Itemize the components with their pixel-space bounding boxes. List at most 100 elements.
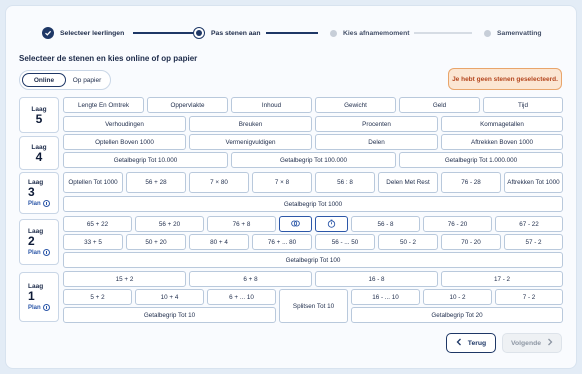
back-label: Terug (467, 339, 487, 347)
chevron-left-icon (456, 338, 462, 348)
step-label: Kies afnamemoment (343, 29, 410, 37)
tile-aftrekken-boven-1000[interactable]: Aftrekken Boven 1000 (441, 134, 563, 150)
laag-5-label: Laag 5 (19, 97, 59, 133)
tile-56-div-8[interactable]: 56 : 8 (315, 172, 375, 193)
tile-getalbegrip-tot-10[interactable]: Getalbegrip Tot 10 (63, 307, 276, 323)
tile-procenten[interactable]: Procenten (315, 116, 438, 132)
tile-optellen-boven-1000[interactable]: Optellen Boven 1000 (63, 134, 186, 150)
tile-vermenigvuldigen[interactable]: Vermenigvuldigen (189, 134, 312, 150)
tile-splitsen-tot-10[interactable]: Splitsen Tot 10 (279, 289, 348, 323)
paper-toggle-button[interactable]: Op papier (66, 73, 108, 87)
active-step-icon (193, 27, 205, 39)
tile-10-minus-2[interactable]: 10 - 2 (423, 289, 492, 305)
tile-56-minus-8[interactable]: 56 - 8 (351, 216, 420, 232)
laag-number: 3 (28, 185, 35, 199)
page-heading: Selecteer de stenen en kies online of op… (19, 54, 198, 63)
tile-10-plus-4[interactable]: 10 + 4 (135, 289, 204, 305)
back-button[interactable]: Terug (446, 333, 496, 353)
step-connector (266, 32, 318, 34)
tile-16-minus-8[interactable]: 16 - 8 (315, 271, 438, 287)
tile-67-minus-22[interactable]: 67 - 22 (495, 216, 563, 232)
split-icon (291, 219, 300, 230)
tile-7-minus-2[interactable]: 7 - 2 (495, 289, 563, 305)
tile-getalbegrip-tot-1000000[interactable]: Getalbegrip Tot 1.000.000 (399, 152, 563, 168)
laag-number: 2 (28, 234, 35, 248)
tile-15-plus-2[interactable]: 15 + 2 (63, 271, 186, 287)
pending-step-icon (330, 29, 337, 37)
mode-toggle: Online Op papier (19, 70, 111, 90)
tile-geld[interactable]: Geld (399, 97, 480, 113)
tile-50-minus-2[interactable]: 50 - 2 (378, 234, 438, 250)
step-label: Samenvatting (497, 29, 542, 37)
tile-76-minus-20[interactable]: 76 - 20 (423, 216, 492, 232)
tile-57-minus-2[interactable]: 57 - 2 (504, 234, 563, 250)
timer-icon (42, 304, 50, 311)
laag-1-label: Laag 1 Plan (19, 272, 59, 322)
tile-delen[interactable]: Delen (315, 134, 438, 150)
tile-70-minus-20[interactable]: 70 - 20 (441, 234, 501, 250)
tile-getalbegrip-tot-20[interactable]: Getalbegrip Tot 20 (351, 307, 563, 323)
step-select-students[interactable]: Selecteer leerlingen (42, 26, 124, 40)
step-connector (414, 32, 472, 34)
tile-getalbegrip-tot-1000[interactable]: Getalbegrip Tot 1000 (63, 196, 563, 212)
tile-breuken[interactable]: Breuken (189, 116, 312, 132)
tile-17-minus-2[interactable]: 17 - 2 (441, 271, 563, 287)
tile-6-plus-8[interactable]: 6 + 8 (189, 271, 312, 287)
next-button[interactable]: Volgende (502, 333, 562, 353)
tile-optellen-tot-1000[interactable]: Optellen Tot 1000 (63, 172, 123, 193)
split-tile[interactable] (279, 216, 312, 232)
plan-link[interactable]: Plan (28, 304, 50, 311)
tile-56-plus-28[interactable]: 56 + 28 (126, 172, 186, 193)
tile-inhoud[interactable]: Inhoud (231, 97, 312, 113)
tile-76-minus-28[interactable]: 76 - 28 (441, 172, 501, 193)
tile-kommagetallen[interactable]: Kommagetallen (441, 116, 563, 132)
tile-5-plus-2[interactable]: 5 + 2 (63, 289, 132, 305)
laag-number: 5 (35, 111, 43, 126)
tile-getalbegrip-tot-10000[interactable]: Getalbegrip Tot 10.000 (63, 152, 228, 168)
laag-number: 4 (35, 149, 43, 164)
check-icon (42, 27, 54, 39)
step-label: Selecteer leerlingen (60, 29, 125, 37)
step-label: Pas stenen aan (211, 29, 261, 37)
step-summary[interactable]: Samenvatting (482, 26, 542, 40)
tile-50-plus-20[interactable]: 50 + 20 (126, 234, 186, 250)
tile-gewicht[interactable]: Gewicht (315, 97, 396, 113)
tile-80-plus-4[interactable]: 80 + 4 (189, 234, 249, 250)
laag-4-label: Laag 4 (19, 136, 59, 170)
laag-number: 1 (28, 289, 35, 303)
pending-step-icon (484, 29, 491, 37)
timer-tile[interactable] (315, 216, 348, 232)
step-adjust-tiles[interactable]: Pas stenen aan (193, 26, 261, 40)
step-choose-moment[interactable]: Kies afnamemoment (328, 26, 409, 40)
tile-getalbegrip-tot-100[interactable]: Getalbegrip Tot 100 (63, 252, 563, 268)
tile-getalbegrip-tot-100000[interactable]: Getalbegrip Tot 100.000 (231, 152, 396, 168)
no-selection-warning: Je hebt geen stenen geselecteerd. (448, 68, 562, 90)
plan-link[interactable]: Plan (28, 249, 50, 256)
tile-65-plus-22[interactable]: 65 + 22 (63, 216, 132, 232)
tile-verhoudingen[interactable]: Verhoudingen (63, 116, 186, 132)
next-label: Volgende (510, 339, 542, 347)
tile-76-plus-to-80[interactable]: 76 + ... 80 (252, 234, 312, 250)
timer-icon (42, 200, 50, 207)
tile-delen-met-rest[interactable]: Delen Met Rest (378, 172, 438, 193)
online-toggle-button[interactable]: Online (22, 73, 66, 87)
timer-icon (42, 249, 50, 256)
tile-oppervlakte[interactable]: Oppervlakte (147, 97, 228, 113)
plan-label: Plan (28, 304, 41, 311)
tile-7-times-8[interactable]: 7 × 8 (252, 172, 312, 193)
tile-56-minus-to-50[interactable]: 56 - ... 50 (315, 234, 375, 250)
tile-aftrekken-tot-1000[interactable]: Aftrekken Tot 1000 (504, 172, 563, 193)
tile-lengte-en-omtrek[interactable]: Lengte En Omtrek (63, 97, 144, 113)
laag-2-label: Laag 2 Plan (19, 219, 59, 265)
tile-16-minus-to-10[interactable]: 16 - ... 10 (351, 289, 420, 305)
tile-56-plus-20[interactable]: 56 + 20 (135, 216, 204, 232)
tile-76-plus-8[interactable]: 76 + 8 (207, 216, 276, 232)
laag-3-label: Laag 3 Plan (19, 172, 59, 214)
chevron-right-icon (547, 338, 553, 348)
step-connector (133, 32, 193, 34)
tile-7-times-80[interactable]: 7 × 80 (189, 172, 249, 193)
tile-33-plus-5[interactable]: 33 + 5 (63, 234, 123, 250)
tile-tijd[interactable]: Tijd (483, 97, 563, 113)
plan-link[interactable]: Plan (28, 200, 50, 207)
tile-6-plus-to-10[interactable]: 6 + ... 10 (207, 289, 276, 305)
